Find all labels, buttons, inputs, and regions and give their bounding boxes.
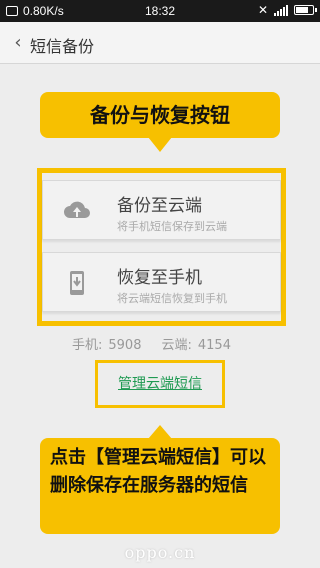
app-header: ‹ 短信备份 (0, 22, 320, 64)
backup-button-subtitle: 将手机短信保存到云端 (117, 220, 227, 233)
cloud-count-label: 云端: (161, 338, 192, 353)
callout-manage-hint: 点击【管理云端短信】可以删除保存在服务器的短信 (40, 425, 280, 534)
page-title: 短信备份 (30, 37, 95, 56)
restore-button-subtitle: 将云端短信恢复到手机 (117, 292, 227, 305)
status-right: ✕ (257, 3, 317, 17)
phone-count-label: 手机: (72, 338, 103, 353)
mute-icon: ✕ (257, 3, 268, 17)
manage-cloud-messages-link[interactable]: 管理云端短信 (95, 360, 225, 408)
cloud-upload-icon (64, 201, 90, 218)
callout-backup-restore: 备份与恢复按钮 (40, 92, 280, 152)
cloud-count-value: 4154 (197, 338, 231, 353)
battery-icon (294, 5, 317, 15)
restore-to-phone-button[interactable]: 恢复至手机 将云端短信恢复到手机 (42, 252, 281, 312)
phone-download-icon (70, 271, 84, 295)
status-bar: 0.80K/s 18:32 ✕ (0, 0, 320, 22)
message-counts: 手机: 5908 云端: 4154 (72, 334, 237, 353)
watermark: oppo.cn (124, 543, 196, 562)
backup-button-title: 备份至云端 (117, 196, 202, 216)
phone-count-value: 5908 (108, 338, 142, 353)
chevron-left-icon[interactable]: ‹ (8, 31, 28, 55)
backup-to-cloud-button[interactable]: 备份至云端 将手机短信保存到云端 (42, 180, 281, 240)
restore-button-title: 恢复至手机 (117, 268, 202, 288)
signal-icon (274, 4, 288, 16)
